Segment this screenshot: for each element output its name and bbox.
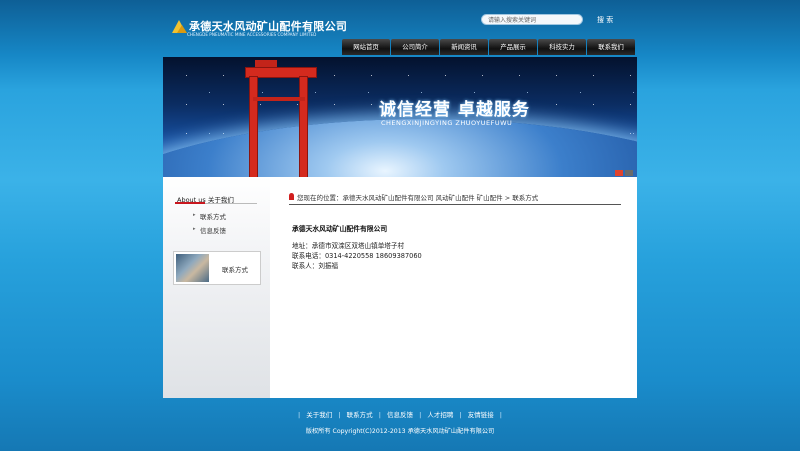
banner-close-icon[interactable] <box>625 170 633 176</box>
nav-news[interactable]: 新闻资讯 <box>440 39 488 55</box>
nav-technology[interactable]: 科技实力 <box>538 39 586 55</box>
sidebar: About us 关于我们 ▸ 联系方式 ▸ 信息反馈 联系方式 <box>163 177 270 398</box>
crane-leg-left <box>249 76 258 177</box>
footer-link-about[interactable]: 关于我们 <box>306 411 332 419</box>
banner-slogan: 诚信经营 卓越服务 <box>379 100 530 120</box>
header: 承德天水风动矿山配件有限公司 CHENGDE PNEUMATIC MINE AC… <box>163 0 637 57</box>
breadcrumb[interactable]: 您现在的位置：承德天水风动矿山配件有限公司 风动矿山配件 矿山配件 > 联系方式 <box>297 192 538 202</box>
sidebar-item-feedback[interactable]: 信息反馈 <box>200 225 226 235</box>
contact-box[interactable]: 联系方式 <box>173 251 261 285</box>
breadcrumb-divider <box>289 204 621 205</box>
footer-separator: | <box>499 411 502 419</box>
nav-contact[interactable]: 联系我们 <box>587 39 635 55</box>
main-nav: 网站首页 公司简介 新闻资讯 产品展示 科技实力 联系我们 <box>342 39 636 55</box>
nav-products[interactable]: 产品展示 <box>489 39 537 55</box>
address-text: 地址：承德市双滦区双塔山镇单塔子村 <box>292 242 405 250</box>
crane-crossbar <box>253 97 305 101</box>
nav-about[interactable]: 公司简介 <box>391 39 439 55</box>
sidebar-item-contact[interactable]: 联系方式 <box>200 211 226 221</box>
footer-link-contact[interactable]: 联系方式 <box>347 411 373 419</box>
sidebar-divider-accent <box>175 202 205 204</box>
search-input[interactable]: 请输入搜索关键词 <box>481 14 583 25</box>
site-container: 承德天水风动矿山配件有限公司 CHENGDE PNEUMATIC MINE AC… <box>163 0 637 451</box>
content-area: About us 关于我们 ▸ 联系方式 ▸ 信息反馈 联系方式 您现在的位置：… <box>163 177 637 398</box>
footer-link-friends[interactable]: 友情链接 <box>468 411 494 419</box>
footer-links: | 关于我们 | 联系方式 | 信息反馈 | 人才招聘 | 友情链接 | <box>163 409 637 419</box>
footer-separator: | <box>419 411 422 419</box>
footer-separator: | <box>338 411 341 419</box>
banner-slogan-pinyin: CHENGXINJINGYING ZHUOYUEFUWU <box>381 119 513 127</box>
contact-box-label: 联系方式 <box>222 266 248 274</box>
chevron-right-icon: ▸ <box>193 212 196 218</box>
banner: 诚信经营 卓越服务 CHENGXINJINGYING ZHUOYUEFUWU <box>163 57 637 177</box>
chevron-right-icon: ▸ <box>193 226 196 232</box>
crane-leg-right <box>299 76 308 177</box>
footer-separator: | <box>459 411 462 419</box>
footer-separator: | <box>298 411 301 419</box>
location-icon <box>289 193 294 200</box>
copyright: 版权所有 Copyright(C)2012-2013 承德天水风动矿山配件有限公… <box>305 428 495 435</box>
contact-person-text: 联系人：刘振福 <box>292 262 339 270</box>
handshake-image <box>176 254 209 282</box>
company-logo-english: CHENGDE PNEUMATIC MINE ACCESSORIES COMPA… <box>187 32 317 37</box>
footer-separator: | <box>378 411 381 419</box>
nav-home[interactable]: 网站首页 <box>342 39 390 55</box>
search-button[interactable]: 搜 索 <box>597 14 613 26</box>
phone-text: 联系电话：0314-4220558 18609387060 <box>292 252 422 260</box>
logo-icon-inner <box>177 25 187 33</box>
footer-link-jobs[interactable]: 人才招聘 <box>427 411 453 419</box>
banner-control-icon[interactable] <box>615 170 623 176</box>
company-name-heading: 承德天水风动矿山配件有限公司 <box>292 225 388 233</box>
footer-link-feedback[interactable]: 信息反馈 <box>387 411 413 419</box>
